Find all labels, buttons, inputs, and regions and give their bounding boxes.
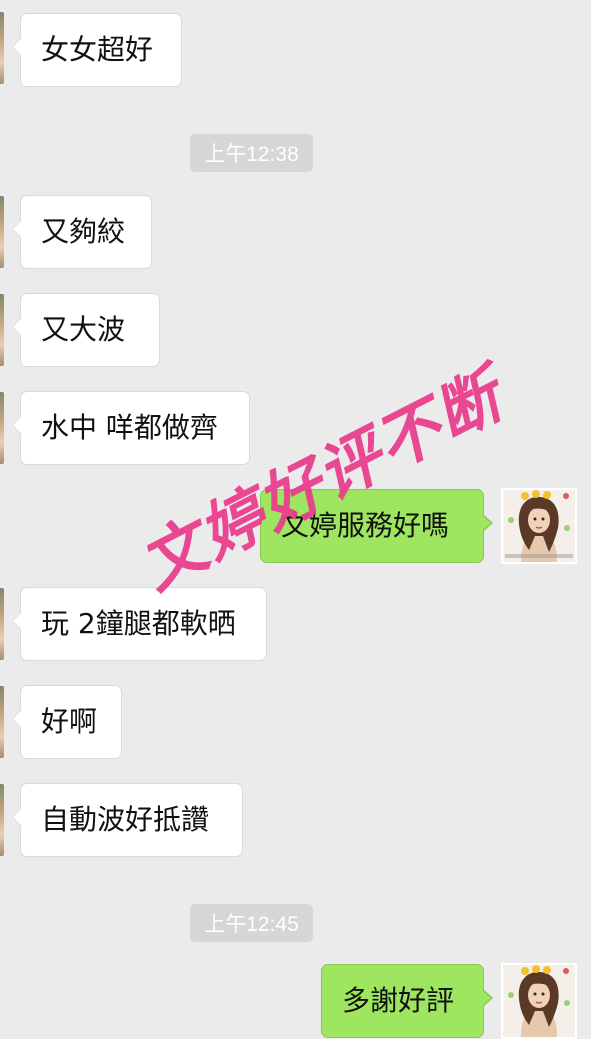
incoming-message[interactable]: 又夠絞 — [12, 195, 152, 269]
contact-avatar[interactable] — [0, 588, 4, 660]
message-text: 玩 2鐘腿都軟晒 — [41, 607, 236, 640]
message-text: 水中 咩都做齊 — [41, 411, 218, 444]
user-avatar-icon[interactable] — [501, 963, 577, 1039]
message-text: 又夠絞 — [41, 215, 126, 248]
message-text: 女女超好 — [41, 33, 154, 66]
user-avatar-icon[interactable] — [501, 488, 577, 564]
incoming-message[interactable]: 又大波 — [12, 293, 160, 367]
chat-conversation: 女女超好 上午12:38 又夠絞 又大波 水中 咩都做齊 文婷服務好嗎 玩 2鐘… — [0, 0, 591, 1039]
contact-avatar[interactable] — [0, 12, 4, 84]
outgoing-message[interactable]: 多謝好評 — [321, 964, 493, 1038]
incoming-message[interactable]: 好啊 — [12, 685, 122, 759]
watermark-text: 文婷好评不断 — [128, 358, 516, 605]
incoming-message[interactable]: 女女超好 — [12, 13, 182, 87]
message-text: 又大波 — [41, 313, 126, 346]
incoming-message[interactable]: 自動波好抵讚 — [12, 783, 243, 857]
message-text: 自動波好抵讚 — [41, 803, 210, 836]
timestamp-text: 上午12:45 — [204, 913, 299, 936]
message-text: 多謝好評 — [342, 984, 455, 1017]
timestamp: 上午12:38 — [190, 134, 313, 172]
outgoing-message[interactable]: 文婷服務好嗎 — [260, 489, 493, 563]
incoming-message[interactable]: 水中 咩都做齊 — [12, 391, 250, 465]
incoming-message[interactable]: 玩 2鐘腿都軟晒 — [12, 587, 267, 661]
message-text: 文婷服務好嗎 — [281, 509, 450, 542]
timestamp: 上午12:45 — [190, 904, 313, 942]
message-text: 好啊 — [41, 705, 98, 738]
contact-avatar[interactable] — [0, 392, 4, 464]
contact-avatar[interactable] — [0, 784, 4, 856]
timestamp-text: 上午12:38 — [204, 143, 299, 166]
contact-avatar[interactable] — [0, 686, 4, 758]
contact-avatar[interactable] — [0, 294, 4, 366]
contact-avatar[interactable] — [0, 196, 4, 268]
